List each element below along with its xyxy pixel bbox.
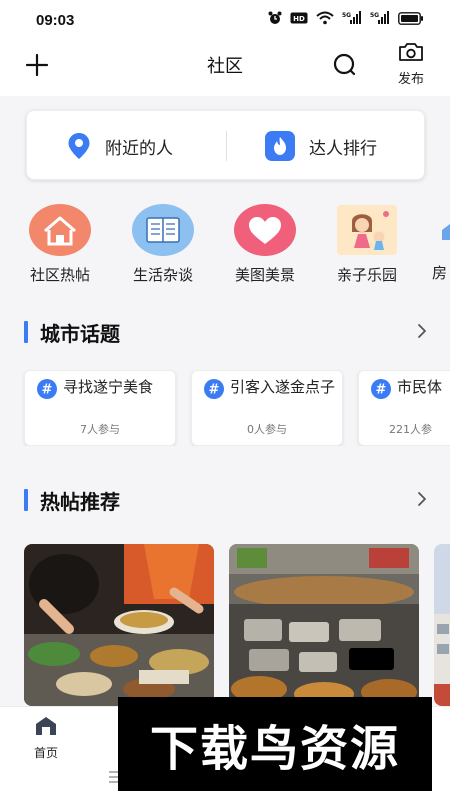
house-icon	[29, 204, 91, 256]
category-label: 生活杂谈	[132, 266, 193, 284]
category-row: 社区热帖 生活杂谈 美图美景 亲子乐园 房	[0, 200, 450, 290]
status-bar: 09:03 HD 5G 5G	[0, 0, 450, 42]
camera-icon	[399, 43, 423, 61]
city-topics-header[interactable]: 城市话题	[24, 318, 434, 346]
status-time: 09:03	[36, 12, 75, 29]
category-label: 社区热帖	[29, 266, 90, 284]
family-icon	[337, 205, 397, 255]
post-image-street	[434, 544, 450, 706]
search-button[interactable]	[331, 51, 359, 79]
hot-post-list	[0, 544, 450, 706]
svg-text:5G: 5G	[370, 12, 379, 19]
top-header: 社区 发布	[0, 42, 450, 96]
category-label: 亲子乐园	[336, 266, 397, 284]
hashtag-icon: #	[371, 379, 391, 399]
location-pin-icon	[68, 133, 90, 159]
quick-actions-card: 附近的人 达人排行	[26, 110, 425, 180]
topic-card[interactable]: # 寻找遂宁美食 7人参与	[24, 370, 176, 446]
topic-list: # 寻找遂宁美食 7人参与 # 引客入遂金点子 0人参与 # 市民体 221人参	[0, 370, 450, 446]
quick-action-label: 附近的人	[105, 138, 173, 159]
chevron-right-icon[interactable]	[414, 490, 430, 508]
svg-text:5G: 5G	[342, 12, 351, 19]
search-icon	[333, 53, 356, 76]
section-title: 热帖推荐	[40, 490, 120, 514]
hashtag-icon: #	[204, 379, 224, 399]
status-icons: HD 5G 5G	[268, 11, 424, 25]
hot-post-card[interactable]	[24, 544, 214, 706]
hot-posts-header[interactable]: 热帖推荐	[24, 486, 434, 514]
divider	[226, 131, 227, 161]
hd-icon: HD	[290, 12, 308, 24]
page-title: 社区	[207, 56, 243, 77]
quick-action-label: 达人排行	[309, 138, 377, 159]
topic-participants: 7人参与	[80, 423, 120, 436]
category-beautiful-scenery[interactable]: 美图美景	[225, 200, 305, 285]
nav-home-label: 首页	[33, 746, 58, 760]
topic-title: 寻找遂宁美食	[63, 378, 154, 396]
section-title: 城市话题	[40, 322, 120, 346]
wifi-icon	[316, 11, 334, 25]
section-accent-bar	[24, 321, 28, 343]
topic-card[interactable]: # 市民体 221人参	[358, 370, 450, 446]
alarm-icon	[268, 11, 282, 24]
book-icon	[132, 204, 194, 256]
home-icon	[36, 717, 56, 735]
publish-label: 发布	[397, 72, 424, 87]
topic-title: 市民体	[397, 378, 443, 396]
post-image-food-stall	[24, 544, 214, 706]
heart-icon	[234, 204, 296, 256]
watermark-banner: 下载鸟资源	[118, 697, 432, 791]
svg-text:HD: HD	[293, 15, 305, 23]
section-accent-bar	[24, 489, 28, 511]
signal-5g-icon: 5G	[370, 11, 389, 24]
hot-post-card[interactable]	[229, 544, 419, 706]
watermark-text: 下载鸟资源	[149, 721, 400, 777]
nearby-people-button[interactable]: 附近的人	[67, 111, 173, 181]
topic-title: 引客入遂金点子	[230, 378, 336, 396]
house-partial-icon	[442, 224, 450, 240]
category-housing[interactable]: 房	[426, 200, 450, 283]
category-label: 美图美景	[234, 266, 295, 284]
signal-5g-icon: 5G	[342, 11, 361, 24]
topic-participants: 221人参	[389, 423, 432, 436]
nav-home-tab[interactable]: 首页	[26, 715, 66, 761]
app-screen: 09:03 HD 5G 5G 社区 发布 附近的人 达人排行 社区热帖 生活杂谈…	[0, 0, 450, 800]
battery-icon	[398, 11, 423, 25]
svg-text:#: #	[42, 383, 53, 398]
category-parent-child[interactable]: 亲子乐园	[327, 200, 407, 285]
svg-text:#: #	[376, 383, 387, 398]
category-label: 房	[432, 264, 448, 282]
hot-post-card[interactable]	[434, 544, 450, 706]
expert-ranking-button[interactable]: 达人排行	[265, 111, 377, 181]
publish-button[interactable]: 发布	[392, 42, 430, 88]
category-hot-posts[interactable]: 社区热帖	[20, 200, 100, 285]
topic-card[interactable]: # 引客入遂金点子 0人参与	[191, 370, 343, 446]
post-image-bbq-grill	[229, 544, 419, 706]
flame-icon	[265, 131, 295, 161]
topic-participants: 0人参与	[247, 423, 287, 436]
hashtag-icon: #	[37, 379, 57, 399]
chevron-right-icon[interactable]	[414, 322, 430, 340]
svg-text:#: #	[209, 383, 220, 398]
category-life-talk[interactable]: 生活杂谈	[123, 200, 203, 285]
